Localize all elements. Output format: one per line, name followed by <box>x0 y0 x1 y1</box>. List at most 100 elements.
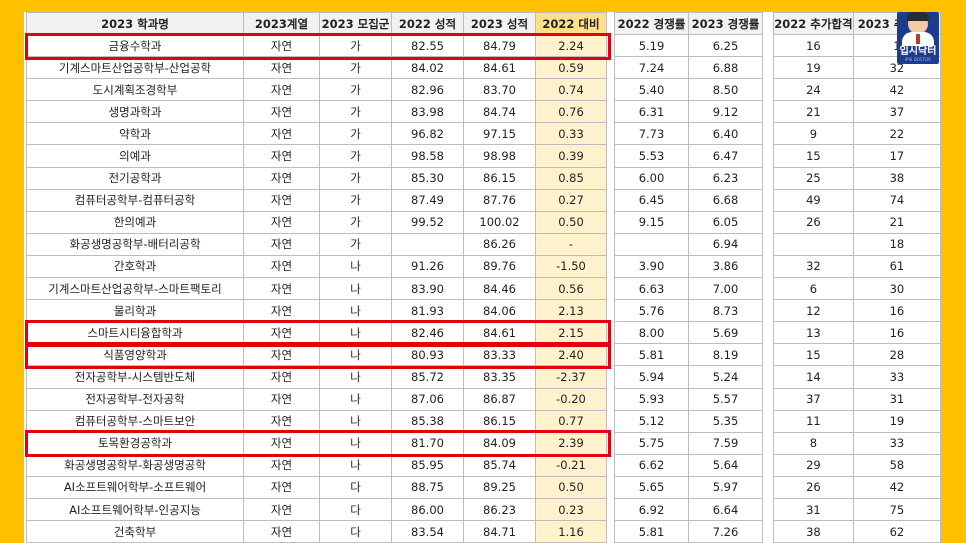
table-row: 11 19 <box>773 409 941 433</box>
additional-2023-cell: 42 <box>852 475 941 499</box>
header-row: 2023 학과명 2023계열 2023 모집군 2022 성적 2023 성적… <box>26 12 607 35</box>
group-cell: 가 <box>319 188 392 212</box>
group-cell: 나 <box>319 277 392 301</box>
score-2023-cell: 84.74 <box>463 100 536 124</box>
diff-cell: - <box>535 232 607 256</box>
table-row: 26 21 <box>773 210 941 234</box>
table-row: 도시계획조경학부 자연 가 82.96 83.70 0.74 <box>26 78 607 102</box>
score-2023-cell: 84.06 <box>463 299 536 323</box>
competition-2022-cell: 6.00 <box>614 166 689 190</box>
group-cell: 다 <box>319 497 392 522</box>
table-row: 5.12 5.35 <box>614 409 763 433</box>
table-row: 5.75 7.59 <box>614 431 763 455</box>
table-row: 15 28 <box>773 343 941 367</box>
score-2022-cell: 83.54 <box>391 520 464 543</box>
competition-2023-cell: 6.25 <box>688 33 763 58</box>
competition-2023-cell: 8.73 <box>688 299 763 323</box>
group-cell: 가 <box>319 210 392 234</box>
table-row: 화공생명공학부-배터리공학 자연 가 86.26- <box>26 232 607 256</box>
competition-2023-cell: 5.24 <box>688 365 763 389</box>
track-cell: 자연 <box>243 453 320 477</box>
score-2022-cell: 91.26 <box>391 254 464 279</box>
table-row: 6.62 5.64 <box>614 453 763 477</box>
additional-2022-cell: 49 <box>773 188 854 212</box>
score-2023-cell: 98.98 <box>463 144 536 168</box>
diff-cell: 0.77 <box>535 409 607 433</box>
track-cell: 자연 <box>243 78 320 102</box>
additional-2023-cell: 58 <box>852 453 941 477</box>
diff-cell: 2.24 <box>535 33 607 58</box>
group-cell: 나 <box>319 365 392 389</box>
table-row: 49 74 <box>773 188 941 212</box>
table-row: 18 <box>773 232 941 256</box>
table-row: 전기공학과 자연 가 85.30 86.15 0.85 <box>26 166 607 190</box>
table-row: 32 61 <box>773 254 941 279</box>
competition-2022-cell: 5.40 <box>614 78 689 102</box>
additional-2022-cell: 26 <box>773 475 854 499</box>
score-2023-cell: 89.25 <box>463 475 536 499</box>
track-cell: 자연 <box>243 475 320 499</box>
track-cell: 자연 <box>243 254 320 279</box>
header-additional-2022: 2022 추가합격 <box>773 12 854 35</box>
diff-cell: 0.50 <box>535 475 607 499</box>
table-row: 의예과 자연 가 98.58 98.98 0.39 <box>26 144 607 168</box>
additional-2023-cell: 17 <box>852 144 941 168</box>
major-cell: 전기공학과 <box>26 166 244 190</box>
diff-cell: 0.85 <box>535 166 607 190</box>
group-cell: 나 <box>319 387 392 411</box>
table-row: 6.00 6.23 <box>614 166 763 190</box>
table-row: 한의예과 자연 가 99.52 100.02 0.50 <box>26 210 607 234</box>
diff-cell: 2.39 <box>535 431 607 455</box>
track-cell: 자연 <box>243 343 320 367</box>
track-cell: 자연 <box>243 277 320 301</box>
score-2022-cell: 86.00 <box>391 497 464 522</box>
competition-2023-cell: 6.40 <box>688 122 763 146</box>
competition-2023-cell: 6.68 <box>688 188 763 212</box>
table-row: 금융수학과 자연 가 82.55 84.79 2.24 <box>26 33 607 58</box>
table-row: AI소프트웨어학부-소프트웨어 자연 다 88.75 89.25 0.50 <box>26 475 607 499</box>
score-2022-cell: 98.58 <box>391 144 464 168</box>
group-cell: 가 <box>319 232 392 256</box>
table-row: 8 33 <box>773 431 941 455</box>
competition-2022-cell: 5.93 <box>614 387 689 411</box>
diff-cell: -0.21 <box>535 453 607 477</box>
additional-2023-cell: 19 <box>852 409 941 433</box>
additional-2022-cell: 16 <box>773 33 854 58</box>
table-row: 3.90 3.86 <box>614 254 763 279</box>
table-row: 9 22 <box>773 122 941 146</box>
table-row: 5.40 8.50 <box>614 78 763 102</box>
score-2022-cell: 85.72 <box>391 365 464 389</box>
table-row: AI소프트웨어학부-인공지능 자연 다 86.00 86.23 0.23 <box>26 497 607 522</box>
major-cell: 컴퓨터공학부-컴퓨터공학 <box>26 188 244 212</box>
additional-2022-cell: 12 <box>773 299 854 323</box>
competition-2023-cell: 7.00 <box>688 277 763 301</box>
additional-2022-cell: 26 <box>773 210 854 234</box>
track-cell: 자연 <box>243 520 320 543</box>
additional-2022-cell: 21 <box>773 100 854 124</box>
score-2023-cell: 84.71 <box>463 520 536 543</box>
group-cell: 나 <box>319 321 392 345</box>
score-2023-cell: 85.74 <box>463 453 536 477</box>
score-2022-cell: 84.02 <box>391 56 464 80</box>
additional-2023-cell: 16 <box>852 299 941 323</box>
score-2022-cell: 85.38 <box>391 409 464 433</box>
additional-2023-cell: 22 <box>852 122 941 146</box>
major-cell: AI소프트웨어학부-소프트웨어 <box>26 475 244 499</box>
additional-2022-cell: 19 <box>773 56 854 80</box>
diff-cell: 0.59 <box>535 56 607 80</box>
score-2022-cell: 82.46 <box>391 321 464 345</box>
table-row: 26 42 <box>773 475 941 499</box>
group-cell: 다 <box>319 520 392 543</box>
group-cell: 나 <box>319 254 392 279</box>
table-row: 전자공학부-전자공학 자연 나 87.06 86.87 -0.20 <box>26 387 607 411</box>
competition-2023-cell: 5.35 <box>688 409 763 433</box>
additional-2022-cell: 6 <box>773 277 854 301</box>
competition-2022-cell: 6.45 <box>614 188 689 212</box>
header-major: 2023 학과명 <box>26 12 244 35</box>
major-cell: 의예과 <box>26 144 244 168</box>
competition-2023-cell: 3.86 <box>688 254 763 279</box>
table-row: 21 37 <box>773 100 941 124</box>
diff-cell: 0.23 <box>535 497 607 522</box>
competition-2023-cell: 8.19 <box>688 343 763 367</box>
competition-2022-cell: 5.12 <box>614 409 689 433</box>
